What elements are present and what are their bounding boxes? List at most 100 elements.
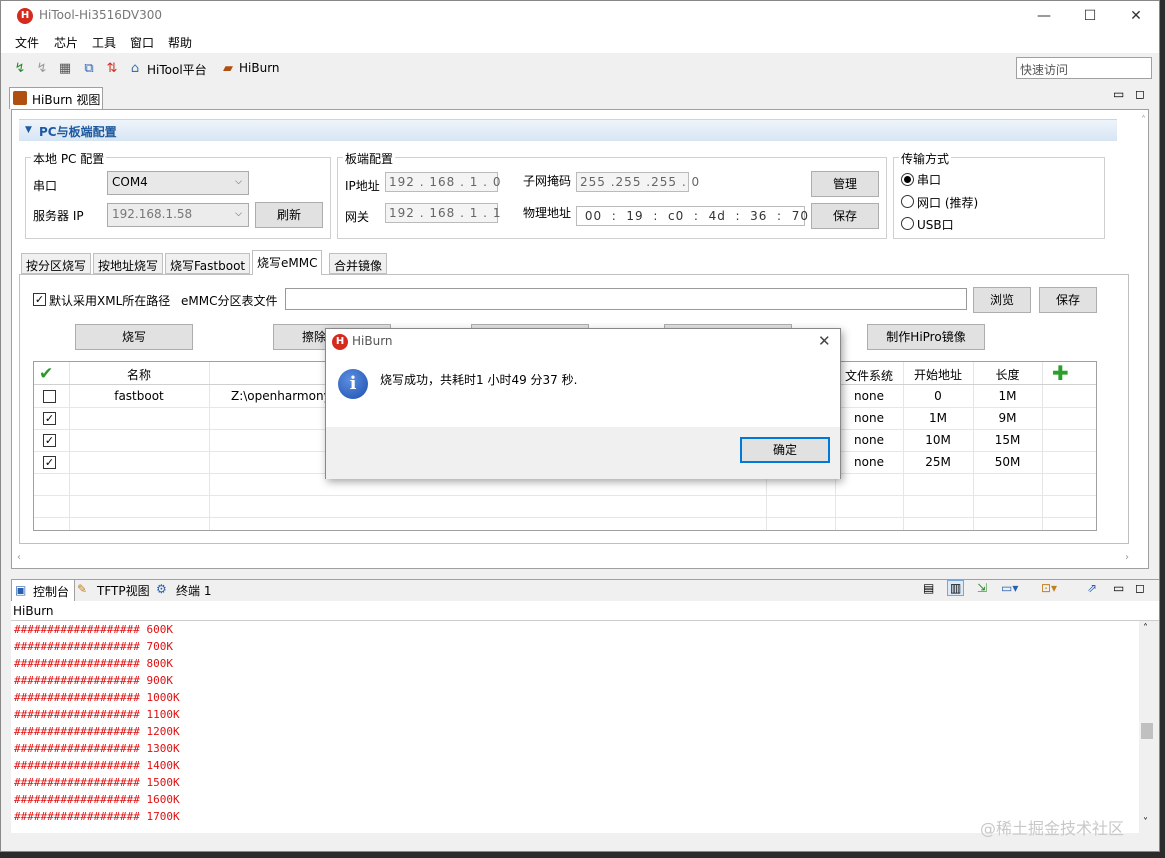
board-save-button[interactable]: 保存 [811,203,879,229]
browse-button[interactable]: 浏览 [973,287,1031,313]
chip-config-icon[interactable]: ▦ [57,61,73,77]
header-start-address: 开始地址 [913,368,962,382]
panel-minimize-icon[interactable]: ▭ [1113,581,1124,595]
radio-usb-label: USB口 [917,218,954,232]
display-console-icon[interactable]: ▭▾ [1001,581,1018,595]
row-start: 0 [934,389,942,403]
dialog-close-button[interactable]: ✕ [818,332,831,350]
mac-address-input[interactable]: 00 : 19 : c0 : 4d : 36 : 70 [576,206,808,226]
server-ip-select[interactable]: 192.168.1.58 ⌵ [107,203,249,227]
emmc-table-input[interactable] [285,288,967,310]
console-line: ################### 1500K [14,776,180,789]
menu-file[interactable]: 文件 [15,34,39,51]
scroll-left-icon[interactable]: ‹ [17,552,21,563]
console-line: ################### 700K [14,640,173,653]
console-line: ################### 800K [14,657,173,670]
select-all-check-icon[interactable]: ✔ [39,364,53,384]
quick-access-input[interactable]: 快速访问 [1016,57,1152,79]
row-checkbox[interactable]: ✓ [43,456,56,469]
hiburn-icon[interactable]: ▰ [220,61,236,77]
minimize-button[interactable]: — [1021,1,1067,31]
mac-label: 物理地址 [523,206,572,220]
tab-hiburn-view[interactable]: HiBurn 视图 [9,87,103,109]
burn-success-dialog: H HiBurn ✕ i 烧写成功，共耗时1 小时49 分37 秒. 确定 [325,328,841,479]
xml-path-label: 默认采用XML所在路径 [49,294,171,308]
pin-console-icon[interactable]: ⇲ [977,581,987,595]
scroll-up-icon[interactable]: ˄ [1141,115,1146,126]
disconnect-icon[interactable]: ↯ [34,61,50,77]
subnet-mask-input[interactable]: 255 .255 .255 . 0 [576,172,699,192]
clear-console-icon[interactable]: ▤ [923,581,934,595]
title-bar: H HiTool-Hi3516DV300 — ☐ ✕ [1,1,1159,31]
header-filesystem: 文件系统 [844,369,893,383]
close-button[interactable]: ✕ [1113,1,1159,31]
row-filesystem: none [854,389,884,403]
tab-partition-burn[interactable]: 按分区烧写 [21,253,92,274]
tab-merge-image[interactable]: 合并镜像 [329,253,388,274]
row-path[interactable]: Z:\openharmony [231,389,326,403]
tab-emmc-burn[interactable]: 烧写eMMC [252,250,323,275]
make-hipro-image-button[interactable]: 制作HiPro镜像 [867,324,985,350]
serial-port-select[interactable]: COM4 ⌵ [107,171,249,195]
ok-button[interactable]: 确定 [740,437,830,463]
scroll-thumb[interactable] [1141,723,1153,739]
app-logo-icon: H [17,8,33,24]
console-line: ################### 1200K [14,725,180,738]
transfer-title: 传输方式 [899,150,952,167]
server-ip-label: 服务器 IP [33,209,84,223]
board-group [337,157,887,239]
app-window: H HiTool-Hi3516DV300 — ☐ ✕ 文件 芯片 工具 窗口 帮… [0,0,1160,852]
console-line: ################### 1000K [14,691,180,704]
radio-network[interactable] [901,195,914,208]
export-icon[interactable]: ⇗ [1087,581,1097,595]
refresh-button[interactable]: 刷新 [255,202,323,228]
burn-button[interactable]: 烧写 [75,324,193,350]
row-checkbox[interactable]: ✓ [43,412,56,425]
gateway-input[interactable]: 192 . 168 . 1 . 1 [385,203,500,223]
transfer-icon[interactable]: ⇅ [104,61,120,77]
hitool-platform-button[interactable]: HiTool平台 [147,61,207,78]
tab-terminal-label: 终端 1 [176,584,212,598]
open-console-icon[interactable]: ⊡▾ [1041,581,1057,595]
dialog-logo-icon: H [332,334,348,350]
ip-address-input[interactable]: 192 . 168 . 1 . 0 [385,172,500,192]
hiburn-button[interactable]: HiBurn [239,61,280,75]
row-checkbox[interactable] [43,390,56,403]
scroll-lock-icon[interactable]: ▥ [947,580,965,596]
tftp-icon: ✎ [77,582,88,596]
menu-help[interactable]: 帮助 [168,34,192,51]
view-maximize-icon[interactable]: ◻ [1135,87,1145,101]
tab-fastboot-burn[interactable]: 烧写Fastboot [165,253,251,274]
console-scrollbar[interactable]: ˄ ˅ [1139,621,1155,833]
xml-path-checkbox[interactable]: ✓ [33,293,46,306]
tab-address-burn[interactable]: 按地址烧写 [93,253,164,274]
console-header: HiBurn [11,601,1159,621]
connect-icon[interactable]: ↯ [12,61,28,77]
menu-chip[interactable]: 芯片 [54,34,78,51]
radio-serial[interactable] [901,173,914,186]
scroll-right-icon[interactable]: › [1125,552,1129,563]
radio-usb[interactable] [901,217,914,230]
radio-serial-label: 串口 [917,173,942,187]
tab-console[interactable]: ▣ 控制台 [11,579,75,601]
scroll-down-icon[interactable]: ˅ [1143,817,1148,828]
emmc-save-button[interactable]: 保存 [1039,287,1097,313]
panel-maximize-icon[interactable]: ◻ [1135,581,1145,595]
section-header[interactable]: PC与板端配置 ▼ [19,119,1117,141]
menu-window[interactable]: 窗口 [130,34,154,51]
hiburn-view-icon [13,91,27,105]
row-start: 1M [929,411,947,425]
home-icon[interactable]: ⌂ [127,61,143,77]
watermark: @稀土掘金技术社区 [980,819,1125,838]
view-minimize-icon[interactable]: ▭ [1113,87,1124,101]
device-icon[interactable]: ⧉ [81,61,97,77]
menu-tools[interactable]: 工具 [92,34,116,51]
row-checkbox[interactable]: ✓ [43,434,56,447]
console-title: HiBurn [13,604,54,618]
scroll-up-icon[interactable]: ˄ [1143,623,1148,634]
manage-button[interactable]: 管理 [811,171,879,197]
console-output[interactable]: ################### 600K ###############… [11,621,1139,833]
board-title: 板端配置 [343,150,396,167]
maximize-button[interactable]: ☐ [1067,1,1113,31]
add-row-icon[interactable]: ✚ [1052,363,1069,383]
